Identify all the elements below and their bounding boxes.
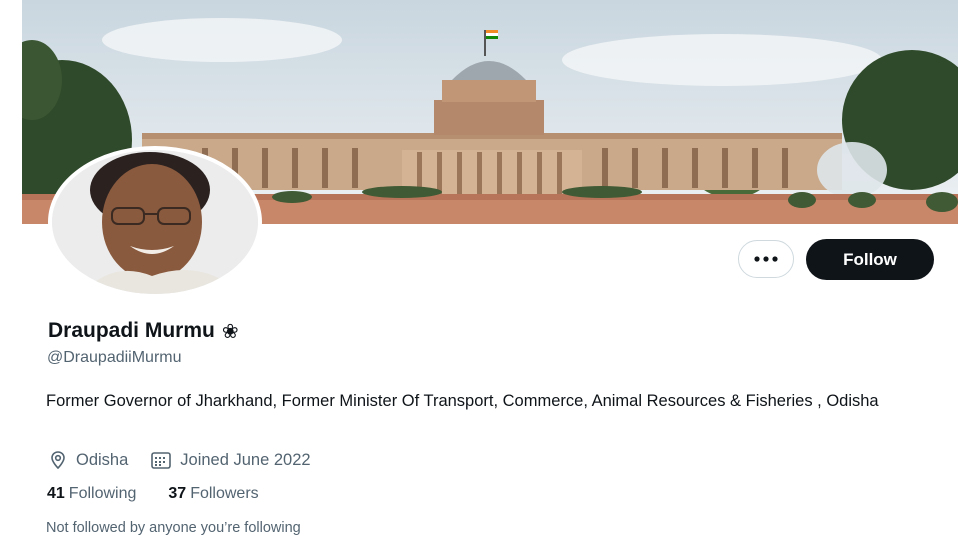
more-options-button[interactable] [738,240,794,278]
follow-stats: 41 Following 37 Followers [47,485,291,503]
follow-button[interactable]: Follow [806,239,934,280]
following-count: 41 [47,485,65,502]
followers-label: Followers [190,485,259,502]
name-flower-emoji: ❀ [221,319,239,343]
location-pin-icon [51,451,65,470]
profile-meta: Odisha Joined June 2022 [48,450,333,470]
location-text: Odisha [76,450,129,469]
followers-link[interactable]: 37 Followers [168,485,258,503]
profile-handle: @DraupadiiMurmu [47,349,182,366]
joined-text: Joined June 2022 [180,450,311,469]
avatar-image [52,150,258,294]
following-label: Following [68,485,137,502]
calendar-icon [151,452,172,469]
not-followed-notice: Not followed by anyone you’re following [46,520,301,536]
location-item: Odisha [48,450,128,470]
profile-bio: Former Governor of Jharkhand, Former Min… [46,392,879,410]
more-options-icon [754,256,778,262]
followers-count: 37 [168,485,187,502]
display-name: Draupadi Murmu [48,319,215,342]
avatar[interactable] [48,146,262,298]
following-link[interactable]: 41 Following [47,485,136,503]
joined-item: Joined June 2022 [150,450,311,470]
profile-name-row: Draupadi Murmu ❀ [48,319,239,343]
